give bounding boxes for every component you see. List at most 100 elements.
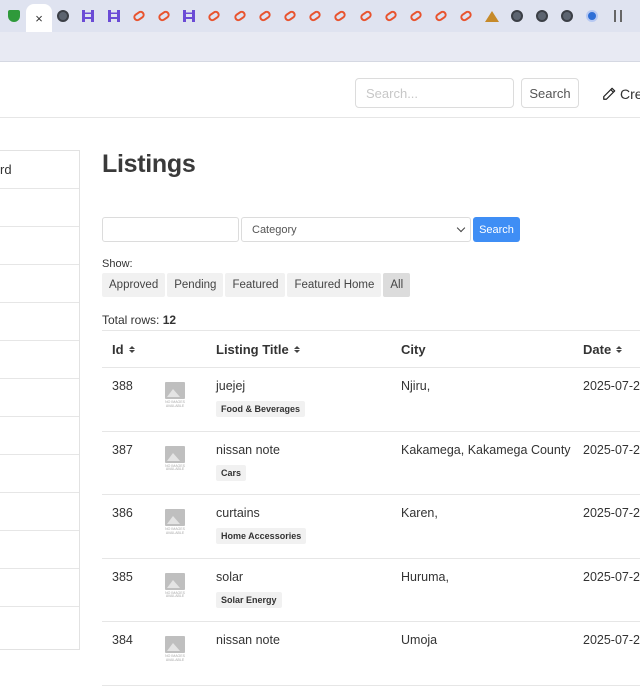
- browser-tab[interactable]: [379, 4, 403, 28]
- browser-tab[interactable]: [328, 4, 352, 28]
- close-icon[interactable]: ×: [35, 12, 43, 25]
- sidebar-item[interactable]: [0, 227, 79, 265]
- link-icon: [282, 9, 298, 23]
- browser-tab[interactable]: [530, 4, 554, 28]
- browser-tab[interactable]: [480, 4, 504, 28]
- address-bar[interactable]: [0, 32, 640, 62]
- column-header-title[interactable]: Listing Title: [216, 342, 300, 357]
- browser-tab[interactable]: [228, 4, 252, 28]
- status-tab-all[interactable]: All: [383, 273, 411, 297]
- sidebar-item[interactable]: [0, 379, 79, 417]
- table-row[interactable]: 387 NO IMAGES AVAILABLE nissan note Cars Kak…: [102, 432, 640, 495]
- header-search-input[interactable]: [355, 78, 514, 108]
- globe-icon: [536, 10, 548, 22]
- no-image-thumbnail: NO IMAGES AVAILABLE: [162, 636, 188, 666]
- browser-tab[interactable]: [76, 4, 100, 28]
- table-row[interactable]: 388 NO IMAGES AVAILABLE juejej Food & Bever…: [102, 368, 640, 432]
- browser-tab[interactable]: [2, 4, 26, 28]
- sort-icon: [616, 346, 623, 353]
- column-header-date[interactable]: Date: [583, 342, 623, 357]
- keyword-filter-input[interactable]: [102, 217, 239, 242]
- browser-tab[interactable]: [580, 4, 604, 28]
- browser-tab[interactable]: [102, 4, 126, 28]
- browser-tab[interactable]: ×: [26, 4, 52, 32]
- status-filter-tabs: Approved Pending Featured Featured Home All: [102, 273, 411, 297]
- browser-tab[interactable]: [152, 4, 176, 28]
- listing-title-link[interactable]: curtains: [216, 506, 260, 520]
- browser-tab[interactable]: [606, 4, 630, 28]
- mountain-icon: [484, 10, 499, 22]
- browser-tab[interactable]: [51, 4, 75, 28]
- browser-tab[interactable]: [454, 4, 478, 28]
- listing-title-link[interactable]: nissan note: [216, 443, 280, 457]
- sidebar-item[interactable]: rd: [0, 151, 79, 189]
- ladder-icon: [82, 10, 95, 22]
- sidebar-item[interactable]: [0, 265, 79, 303]
- link-icon: [459, 9, 474, 23]
- listing-city: Karen,: [401, 506, 438, 520]
- browser-tab[interactable]: [555, 4, 579, 28]
- listing-title-link[interactable]: juejej: [216, 379, 245, 393]
- sidebar-item[interactable]: [0, 455, 79, 493]
- ladder-icon: [107, 10, 120, 22]
- browser-tab[interactable]: [429, 4, 453, 28]
- header-search-button[interactable]: Search: [521, 78, 579, 108]
- tuning-fork-icon: [613, 10, 622, 22]
- category-selected-value: Category: [252, 223, 297, 236]
- table-row[interactable]: 386 NO IMAGES AVAILABLE curtains Home Acces…: [102, 495, 640, 559]
- ladder-icon: [183, 10, 196, 22]
- browser-tab[interactable]: [177, 4, 201, 28]
- create-listing-link[interactable]: Cre: [602, 85, 640, 103]
- table-row[interactable]: 385 NO IMAGES AVAILABLE solar Solar Energy H…: [102, 559, 640, 622]
- status-tab-featured[interactable]: Featured: [225, 273, 286, 297]
- sort-icon: [128, 346, 135, 353]
- chevron-down-icon: [456, 223, 466, 233]
- filter-search-button[interactable]: Search: [473, 217, 520, 242]
- listing-id: 386: [112, 506, 133, 520]
- browser-tab[interactable]: [253, 4, 277, 28]
- sidebar-item[interactable]: [0, 569, 79, 607]
- listing-city: Kakamega, Kakamega County: [401, 442, 571, 457]
- no-image-thumbnail: NO IMAGES AVAILABLE: [162, 445, 188, 476]
- sidebar-item[interactable]: [0, 493, 79, 531]
- status-tab-featured-home[interactable]: Featured Home: [287, 273, 382, 297]
- category-select[interactable]: Category: [241, 217, 471, 242]
- sidebar-item[interactable]: [0, 303, 79, 341]
- browser-tab[interactable]: [404, 4, 428, 28]
- sidebar-item[interactable]: [0, 189, 79, 227]
- link-icon: [383, 9, 399, 23]
- category-badge: Solar Energy: [216, 591, 282, 608]
- browser-tab[interactable]: [505, 4, 529, 28]
- listing-title-link[interactable]: solar: [216, 570, 243, 584]
- no-image-caption: NO IMAGES AVAILABLE: [165, 400, 185, 408]
- listing-id: 387: [112, 442, 133, 457]
- browser-tab[interactable]: [354, 4, 378, 28]
- image-placeholder-icon: [165, 636, 185, 653]
- browser-tab[interactable]: [303, 4, 327, 28]
- link-icon: [156, 9, 172, 23]
- browser-tab[interactable]: [278, 4, 302, 28]
- image-placeholder-icon: [165, 572, 185, 590]
- listing-id: 384: [112, 633, 133, 647]
- no-image-thumbnail: NO IMAGES AVAILABLE: [162, 382, 188, 412]
- column-header-city-label: City: [401, 342, 426, 357]
- category-badge: Food & Beverages: [216, 401, 306, 417]
- create-label: Cre: [620, 86, 640, 102]
- sidebar-item[interactable]: [0, 417, 79, 455]
- listing-date: 2025-07-2: [583, 442, 640, 457]
- link-icon: [408, 9, 424, 23]
- browser-tab[interactable]: [127, 4, 151, 28]
- listing-title-link[interactable]: nissan note: [216, 633, 280, 647]
- link-icon: [358, 9, 373, 23]
- total-rows: Total rows: 12: [102, 313, 176, 327]
- status-tab-pending[interactable]: Pending: [167, 273, 224, 297]
- column-header-id[interactable]: Id: [112, 342, 135, 357]
- sidebar-item[interactable]: [0, 531, 79, 569]
- link-icon: [433, 9, 449, 23]
- show-label: Show:: [102, 258, 133, 270]
- sidebar-item[interactable]: [0, 341, 79, 379]
- status-tab-approved[interactable]: Approved: [102, 273, 166, 297]
- browser-tab[interactable]: [202, 4, 226, 28]
- table-row[interactable]: 384 NO IMAGES AVAILABLE nissan note Umoja 20…: [102, 622, 640, 686]
- column-header-date-label: Date: [583, 342, 612, 357]
